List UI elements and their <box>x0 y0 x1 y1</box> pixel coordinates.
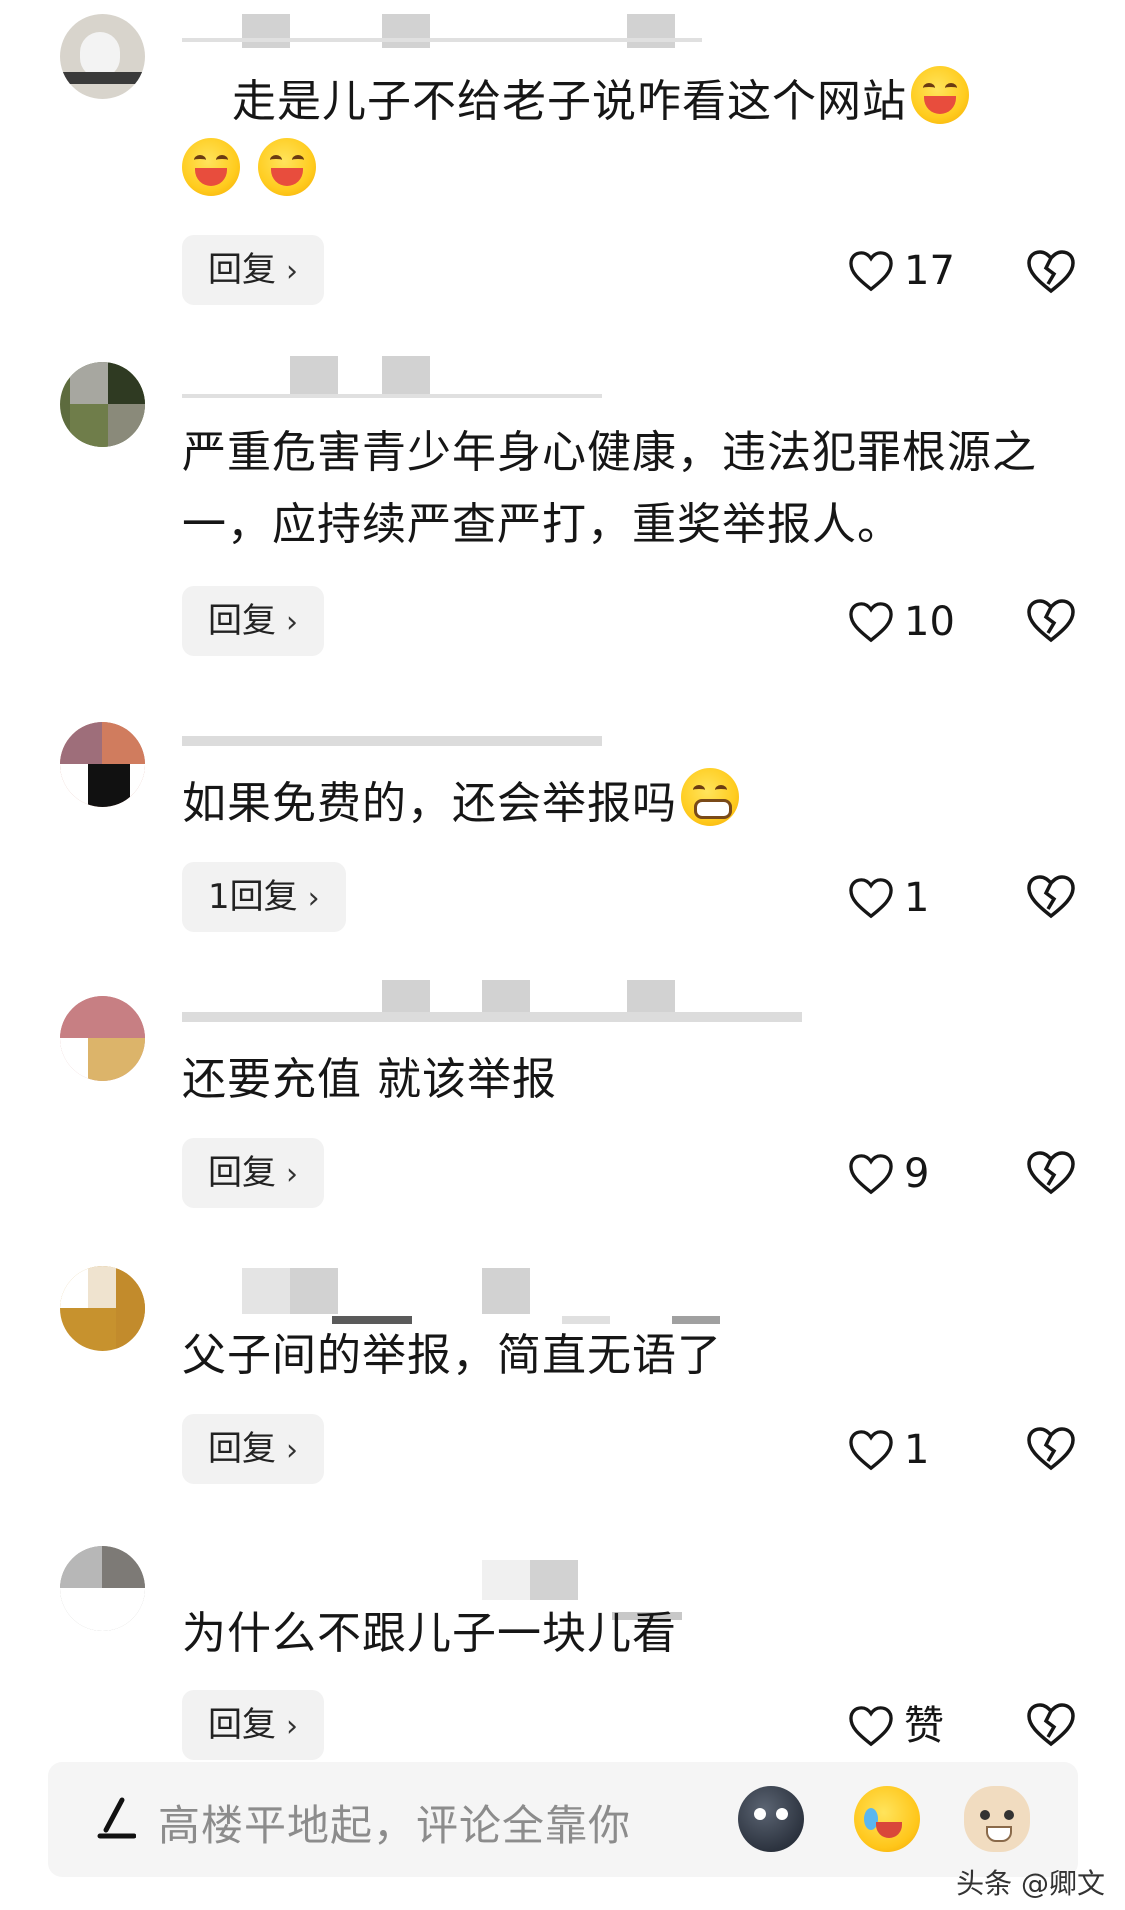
avatar[interactable] <box>60 14 145 99</box>
chevron-right-icon: › <box>307 881 320 916</box>
username-mosaic <box>182 356 602 402</box>
comment-text: 严重危害青少年身心健康，违法犯罪根源之一，应持续严查严打，重奖举报人。 <box>182 427 1037 550</box>
like-count: 17 <box>904 248 955 294</box>
crying-laugh-sticker-icon[interactable] <box>854 1786 920 1852</box>
broken-heart-icon[interactable] <box>1026 1701 1076 1747</box>
avatar[interactable] <box>60 1546 145 1631</box>
comment-text: 还要充值 就该举报 <box>182 1054 557 1105</box>
heart-outline-icon <box>849 1154 893 1195</box>
username-mosaic <box>182 728 602 754</box>
pen-icon <box>97 1797 136 1839</box>
reply-button[interactable]: 回复 › <box>182 235 324 305</box>
reply-button[interactable]: 回复 › <box>182 1138 324 1208</box>
laughing-emoji-icon <box>182 138 240 196</box>
chevron-right-icon: › <box>286 1709 298 1744</box>
broken-heart-icon[interactable] <box>1026 1149 1076 1195</box>
like-button[interactable]: 17 <box>848 241 955 301</box>
broken-heart-icon[interactable] <box>1026 248 1076 294</box>
cat-face-sticker-icon[interactable] <box>964 1786 1030 1852</box>
avatar[interactable] <box>60 1266 145 1351</box>
username-mosaic <box>182 14 702 54</box>
comment-text: 父子间的举报，简直无语了 <box>182 1330 722 1381</box>
broken-heart-icon[interactable] <box>1026 1425 1076 1471</box>
like-count: 1 <box>904 875 930 921</box>
comment-placeholder[interactable]: 高楼平地起，评论全靠你 <box>158 1792 631 1853</box>
reply-button[interactable]: 1回复 › <box>182 862 346 932</box>
like-count: 赞 <box>904 1703 944 1749</box>
moon-face-sticker-icon[interactable] <box>738 1786 804 1852</box>
laughing-emoji-icon <box>911 66 969 124</box>
like-button[interactable]: 赞 <box>848 1696 944 1756</box>
username-mosaic <box>182 1268 722 1328</box>
like-button[interactable]: 1 <box>848 868 929 928</box>
chevron-right-icon: › <box>286 254 298 289</box>
like-button[interactable]: 1 <box>848 1420 929 1480</box>
broken-heart-icon[interactable] <box>1026 597 1076 643</box>
reply-button[interactable]: 回复 › <box>182 1690 324 1760</box>
heart-outline-icon <box>849 602 893 643</box>
comment-text: 走是儿子不给老子说咋看这个网站 <box>182 66 1065 210</box>
comment-input-bar[interactable]: 高楼平地起，评论全靠你 <box>48 1762 1078 1877</box>
chevron-right-icon: › <box>286 605 298 640</box>
reply-button[interactable]: 回复 › <box>182 1414 324 1484</box>
username-mosaic <box>182 980 802 1030</box>
comment-text: 为什么不跟儿子一块儿看 <box>182 1608 677 1659</box>
heart-outline-icon <box>849 878 893 919</box>
chevron-right-icon: › <box>286 1157 298 1192</box>
comment-text: 如果免费的，还会举报吗 <box>182 768 1065 840</box>
reply-button[interactable]: 回复 › <box>182 586 324 656</box>
heart-outline-icon <box>849 1706 893 1747</box>
like-button[interactable]: 9 <box>848 1144 929 1204</box>
heart-outline-icon <box>849 1430 893 1471</box>
heart-outline-icon <box>849 251 893 292</box>
watermark: 头条 @卿文 <box>956 1867 1105 1900</box>
like-count: 1 <box>904 1427 930 1473</box>
grinning-emoji-icon <box>681 768 739 826</box>
like-count: 10 <box>904 599 955 645</box>
broken-heart-icon[interactable] <box>1026 873 1076 919</box>
avatar[interactable] <box>60 996 145 1081</box>
chevron-right-icon: › <box>286 1433 298 1468</box>
avatar[interactable] <box>60 722 145 807</box>
like-button[interactable]: 10 <box>848 592 955 652</box>
avatar[interactable] <box>60 362 145 447</box>
laughing-emoji-icon <box>258 138 316 196</box>
like-count: 9 <box>904 1151 930 1197</box>
